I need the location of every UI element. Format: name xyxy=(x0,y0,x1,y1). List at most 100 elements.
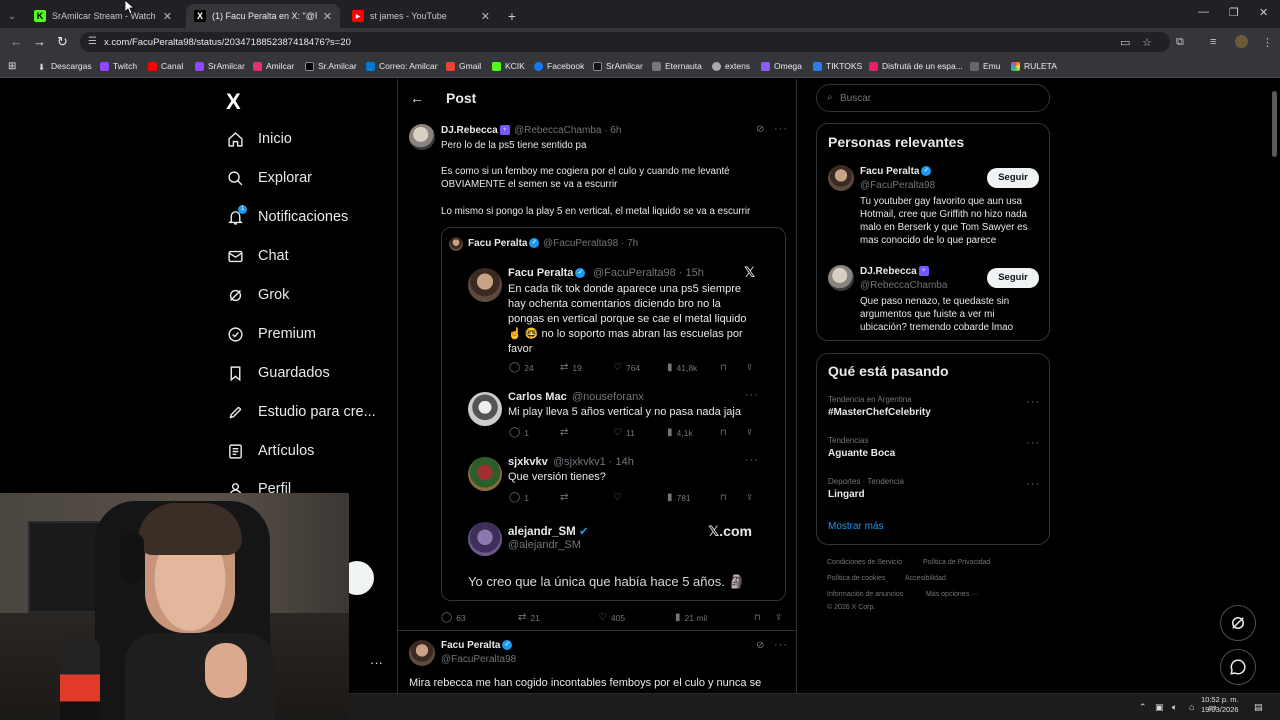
bookmark-sr-amilcar[interactable]: Sr.Amilcar xyxy=(305,61,357,71)
tab-sramilcar-stream[interactable]: K SrAmilcar Stream - Watch Live ✕ xyxy=(26,4,180,28)
search-placeholder: Buscar xyxy=(840,93,872,104)
more-options-icon[interactable]: ··· xyxy=(1026,396,1040,408)
footer-link[interactable]: Más opciones ··· xyxy=(926,591,978,598)
close-tab-icon[interactable]: ✕ xyxy=(163,10,172,23)
taskbar-clock[interactable]: 10:52 p. m. 19/03/2026 xyxy=(1201,695,1239,715)
footer-link[interactable]: Información de anuncios xyxy=(827,591,903,598)
follow-button[interactable]: Seguir xyxy=(987,168,1039,188)
cast-icon[interactable]: ▭ xyxy=(1120,36,1130,49)
person-name[interactable]: DJ.Rebecca ♆ xyxy=(860,266,929,277)
nav-item-notificaciones[interactable]: 1 Notificaciones xyxy=(226,205,348,229)
close-tab-icon[interactable]: ✕ xyxy=(323,10,332,23)
bookmark-ruleta[interactable]: RULETA xyxy=(1011,61,1057,71)
quoted-post[interactable]: Facu Peralta ✓ @FacuPeralta98 · 7h Facu P… xyxy=(441,227,786,601)
share-button[interactable]: ⇪ xyxy=(775,612,782,623)
bookmark-tiktoks[interactable]: TIKTOKS xyxy=(813,61,862,71)
scrollbar-thumb[interactable] xyxy=(1272,91,1277,157)
trend-name[interactable]: Lingard xyxy=(828,489,865,500)
footer-link[interactable]: Política de Privacidad xyxy=(923,559,990,566)
avatar[interactable] xyxy=(828,165,854,191)
like-button[interactable]: ♡ 405 xyxy=(598,612,625,623)
repost-button[interactable]: ⇄ 21 xyxy=(518,612,540,623)
bookmark-disfruta[interactable]: Disfrutá de un espa... xyxy=(869,61,963,71)
footer-link[interactable]: Accesibilidad xyxy=(905,575,946,582)
nav-item-premium[interactable]: Premium xyxy=(226,322,316,346)
bookmark-emu[interactable]: Emu xyxy=(970,61,1000,71)
author-handle[interactable]: @RebeccaChamba · 6h xyxy=(514,125,621,136)
person-name[interactable]: Facu Peralta ✓ xyxy=(860,166,932,177)
show-more-link[interactable]: Mostrar más xyxy=(828,521,884,532)
nav-item-explorar[interactable]: Explorar xyxy=(226,166,312,190)
tab-youtube[interactable]: ▶ st james - YouTube ✕ xyxy=(344,4,498,28)
restore-icon[interactable]: ❐ xyxy=(1229,6,1239,19)
avatar[interactable] xyxy=(828,265,854,291)
views-button[interactable]: ▮ 21 mil xyxy=(675,612,707,623)
bookmark-eternauta[interactable]: Eternauta xyxy=(652,61,702,71)
url-field[interactable]: ☰ x.com/FacuPeralta98/status/20347188523… xyxy=(80,32,1170,52)
media-icon[interactable]: ≡ xyxy=(1210,36,1216,48)
forward-icon[interactable]: → xyxy=(33,34,46,49)
bookmark-twitch[interactable]: Twitch xyxy=(100,61,137,71)
minimize-icon[interactable]: — xyxy=(1198,6,1209,18)
nav-item-guardados[interactable]: Guardados xyxy=(226,361,330,385)
grok-explain-icon[interactable]: ⊘ xyxy=(756,124,764,135)
bookmark-sramilcar[interactable]: SrAmilcar xyxy=(195,61,245,71)
grok-fab-button[interactable] xyxy=(1220,605,1256,641)
follow-button[interactable]: Seguir xyxy=(987,268,1039,288)
bookmark-canal[interactable]: Canal xyxy=(148,61,183,71)
author-name[interactable]: Facu Peralta ✓ xyxy=(441,640,513,651)
more-options-icon[interactable]: ··· xyxy=(1026,478,1040,490)
bookmark-extens[interactable]: extens xyxy=(712,61,750,71)
tray-app-icon[interactable]: ▣ xyxy=(1155,702,1164,713)
bookmark-descargas[interactable]: ⬇ Descargas xyxy=(38,61,92,72)
grok-explain-icon[interactable]: ⊘ xyxy=(756,640,764,651)
back-icon[interactable]: ← xyxy=(10,34,23,49)
close-tab-icon[interactable]: ✕ xyxy=(481,10,490,23)
nav-item-inicio[interactable]: Inicio xyxy=(226,127,292,151)
account-more-icon[interactable]: ··· xyxy=(370,655,383,670)
footer-link[interactable]: Condiciones de Servicio xyxy=(827,559,902,566)
tab-x-post[interactable]: X (1) Facu Peralta en X: "@Rebecc ✕ xyxy=(186,4,340,28)
bookmark-correo[interactable]: Correo: Amilcar xyxy=(366,61,438,71)
more-options-icon[interactable]: ··· xyxy=(1026,437,1040,449)
apps-grid-icon[interactable]: ⊞ xyxy=(8,61,16,72)
reply-button[interactable]: ◯ 63 xyxy=(441,612,466,623)
tray-overflow-icon[interactable]: ⌃ xyxy=(1139,702,1147,713)
author-name[interactable]: DJ.Rebecca ♆ xyxy=(441,125,510,136)
tab-search-button[interactable]: ⌄ xyxy=(4,4,20,28)
chat-fab-button[interactable] xyxy=(1220,649,1256,685)
bookmark-gmail[interactable]: Gmail xyxy=(446,61,481,71)
new-tab-button[interactable]: + xyxy=(502,4,522,28)
reload-icon[interactable]: ↻ xyxy=(57,34,68,50)
more-options-icon[interactable]: ··· xyxy=(774,123,788,135)
bookmark-facebook[interactable]: Facebook xyxy=(534,61,584,71)
search-input[interactable]: ⌕ Buscar xyxy=(816,84,1050,112)
avatar[interactable] xyxy=(409,124,435,150)
menu-icon[interactable]: ⋮ xyxy=(1262,36,1273,49)
back-arrow-icon[interactable]: ← xyxy=(410,90,424,106)
avatar[interactable] xyxy=(409,640,435,666)
bookmark-amilcar[interactable]: Amilcar xyxy=(253,61,294,71)
close-window-icon[interactable]: ✕ xyxy=(1259,6,1268,19)
bookmark-omega[interactable]: Omega xyxy=(761,61,802,71)
trend-name[interactable]: #MasterChefCelebrity xyxy=(828,407,931,418)
x-logo-icon[interactable]: X xyxy=(226,89,241,115)
star-icon[interactable]: ☆ xyxy=(1142,36,1152,49)
author-handle[interactable]: @FacuPeralta98 xyxy=(441,654,516,665)
nav-item-chat[interactable]: Chat xyxy=(226,244,289,268)
notification-center-icon[interactable]: ▤ xyxy=(1254,702,1263,713)
trend-name[interactable]: Aguante Boca xyxy=(828,448,895,459)
network-icon[interactable]: ⌂ xyxy=(1189,702,1194,712)
footer-link[interactable]: Política de cookies xyxy=(827,575,885,582)
site-info-icon[interactable]: ☰ xyxy=(88,36,97,47)
bookmark-sramilcar-tiktok[interactable]: SrAmilcar xyxy=(593,61,643,71)
extensions-icon[interactable]: ⧉ xyxy=(1176,36,1184,49)
nav-item-articulos[interactable]: Artículos xyxy=(226,439,314,463)
more-options-icon[interactable]: ··· xyxy=(774,639,788,651)
profile-avatar[interactable] xyxy=(1235,35,1248,48)
nav-item-estudio[interactable]: Estudio para cre... xyxy=(226,400,376,424)
speaker-icon[interactable]: 🔈︎ xyxy=(1172,702,1177,713)
bookmark-button[interactable]: ⊓ xyxy=(754,612,761,623)
nav-item-grok[interactable]: Grok xyxy=(226,283,289,307)
bookmark-kcik[interactable]: KCIK xyxy=(492,61,525,71)
